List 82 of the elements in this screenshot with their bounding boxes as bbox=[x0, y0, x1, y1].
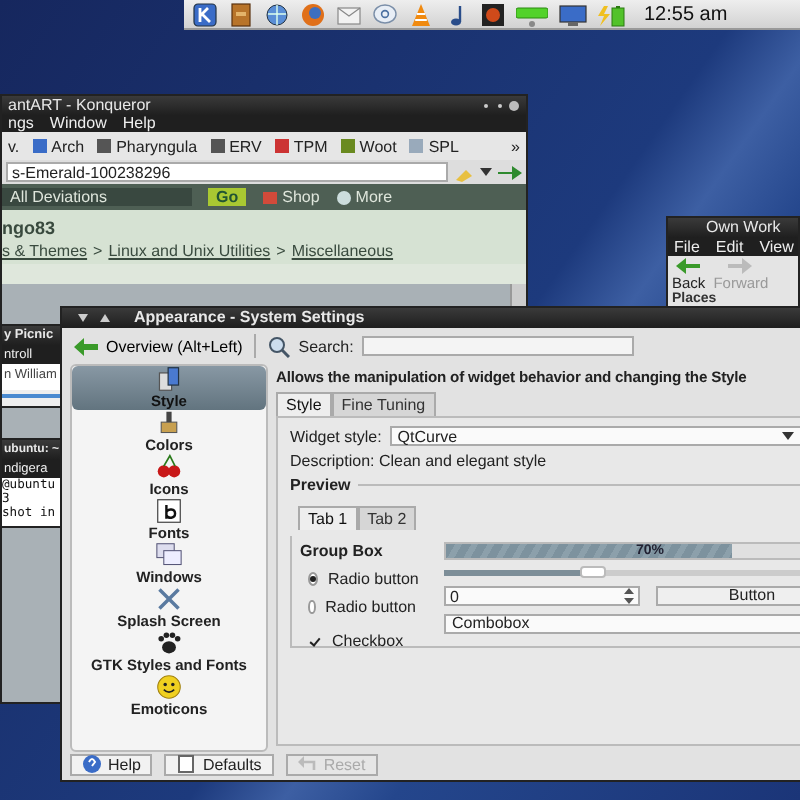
tab[interactable]: Tab 1 bbox=[298, 506, 358, 530]
globe-icon[interactable] bbox=[264, 1, 290, 27]
dialog-button[interactable]: Help bbox=[70, 753, 153, 775]
bookmark-icon bbox=[209, 138, 226, 154]
window-buttons-icon bbox=[480, 100, 520, 112]
tab[interactable]: Style bbox=[276, 392, 332, 416]
paw-icon bbox=[154, 630, 184, 656]
username: ngo83 bbox=[2, 218, 58, 238]
search-field[interactable] bbox=[361, 336, 634, 356]
dialog-button[interactable]: Defaults bbox=[164, 753, 274, 775]
overview-button[interactable]: Overview (Alt+Left) bbox=[74, 337, 243, 355]
nav-link[interactable]: Shop bbox=[262, 188, 320, 206]
arrow-left-icon bbox=[676, 258, 701, 274]
breadcrumb-separator: > bbox=[93, 242, 103, 260]
bookmark-link[interactable]: Pharyngula bbox=[96, 137, 198, 155]
bookmark-link[interactable]: Woot bbox=[339, 137, 397, 155]
widget-style-dropdown[interactable]: QtCurve bbox=[389, 426, 800, 446]
dropdown-arrow-icon bbox=[781, 432, 794, 440]
breadcrumb-link[interactable]: s & Themes bbox=[2, 242, 88, 260]
bookmark-icon bbox=[96, 138, 113, 154]
smiley-icon bbox=[154, 674, 184, 700]
url-field[interactable]: s-Emerald-100238296 bbox=[6, 162, 448, 182]
search-label: Search: bbox=[298, 337, 354, 355]
tab[interactable]: Fine Tuning bbox=[331, 392, 436, 416]
push-button[interactable]: Button bbox=[656, 586, 800, 606]
bookmark-icon bbox=[273, 138, 290, 154]
bookmark-icon bbox=[339, 138, 356, 154]
bookmark-icon bbox=[31, 138, 48, 154]
menu-item[interactable]: View bbox=[759, 239, 794, 255]
menu-item[interactable]: Edit bbox=[715, 239, 744, 255]
group-box-title: Group Box bbox=[300, 542, 385, 560]
widget-icon bbox=[154, 366, 184, 392]
nav-link[interactable]: More bbox=[335, 188, 393, 206]
k-logo-icon[interactable] bbox=[192, 1, 218, 27]
slider[interactable] bbox=[444, 570, 800, 576]
radio-button[interactable]: Radio button bbox=[300, 596, 428, 618]
cherries-icon bbox=[154, 454, 184, 480]
envelope-icon[interactable] bbox=[336, 1, 362, 27]
dropdown-arrow-icon[interactable] bbox=[480, 166, 492, 178]
menu-item[interactable]: Window bbox=[49, 116, 107, 132]
radio-button[interactable]: Radio button bbox=[300, 568, 428, 590]
window-title: Appearance - System Settings bbox=[134, 308, 365, 328]
battery-icon[interactable] bbox=[598, 1, 628, 27]
fox-globe-icon[interactable] bbox=[300, 1, 326, 27]
led-bar-icon[interactable] bbox=[516, 1, 548, 27]
bookmark-link[interactable]: ERV bbox=[209, 137, 262, 155]
spin-box[interactable]: 0 bbox=[444, 586, 640, 606]
style-description: Description: Clean and elegant style bbox=[290, 452, 549, 470]
arrow-right-icon bbox=[728, 258, 753, 274]
combo-box[interactable]: Combobox bbox=[444, 614, 800, 634]
breadcrumb-separator: > bbox=[276, 242, 286, 260]
undo-arrow-icon bbox=[297, 754, 318, 774]
window-title: antART - Konqueror bbox=[8, 96, 151, 116]
field-label: Widget style: bbox=[290, 427, 382, 445]
bookmark-icon bbox=[408, 138, 425, 154]
menu-item[interactable]: Help bbox=[122, 116, 156, 132]
chat-bubble-icon[interactable] bbox=[372, 1, 398, 27]
scope-dropdown[interactable]: All Deviations bbox=[2, 188, 192, 206]
checkbox[interactable]: Checkbox bbox=[300, 630, 428, 652]
spin-arrows-icon bbox=[624, 588, 634, 604]
tab[interactable]: Tab 2 bbox=[357, 506, 417, 530]
circle-icon bbox=[335, 189, 352, 205]
breadcrumb-link[interactable]: Linux and Unix Utilities bbox=[108, 242, 271, 260]
menu-item[interactable]: File bbox=[674, 239, 700, 255]
cabinet-icon[interactable] bbox=[228, 1, 254, 27]
monitor-icon[interactable] bbox=[558, 1, 588, 27]
arrow-left-icon bbox=[74, 337, 98, 355]
bookmark-link[interactable]: SPL bbox=[408, 137, 459, 155]
more-bookmarks-button[interactable]: » bbox=[511, 137, 520, 155]
clock-time: 12:55 am bbox=[644, 3, 728, 25]
bookmark-link[interactable]: v. bbox=[8, 137, 20, 155]
bookmark-link[interactable]: Arch bbox=[31, 137, 85, 155]
section-title: Preview bbox=[290, 476, 351, 494]
breadcrumb-link[interactable]: Miscellaneous bbox=[291, 242, 394, 260]
go-button[interactable]: Go bbox=[208, 188, 247, 206]
search-icon bbox=[268, 335, 291, 357]
bookmark-link[interactable]: TPM bbox=[273, 137, 328, 155]
font-icon bbox=[154, 498, 184, 524]
window-title: Own Work bbox=[706, 218, 781, 238]
windows-icon bbox=[154, 542, 184, 568]
menu-item[interactable]: ngs bbox=[8, 116, 34, 132]
film-frame-icon[interactable] bbox=[480, 1, 506, 27]
